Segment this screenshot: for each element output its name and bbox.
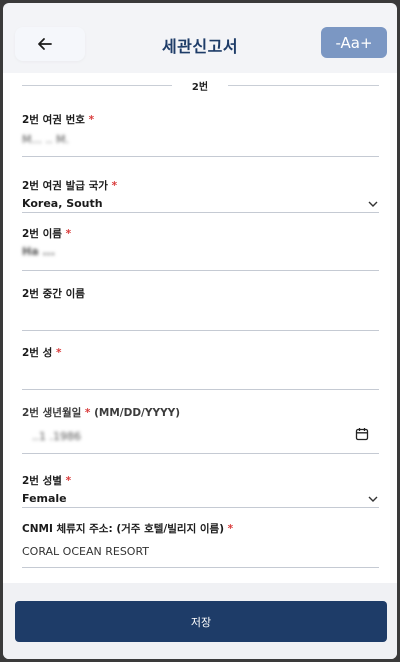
cnmi-address-value: CORAL OCEAN RESORT [22, 545, 150, 558]
passport-country-label: 2번 여권 발급 국가 * [22, 180, 118, 192]
save-button[interactable]: 저장 [15, 601, 387, 642]
cnmi-address-field[interactable]: CNMI 체류지 주소: (거주 호텔/빌리지 이름) * CORAL OCEA… [22, 522, 379, 568]
passport-number-label: 2번 여권 번호 * [22, 114, 95, 126]
birth-date-label: 2번 생년월일 * (MM/DD/YYYY) [22, 407, 181, 419]
last-name-label: 2번 성 * [22, 347, 62, 359]
birth-date-field[interactable]: 2번 생년월일 * (MM/DD/YYYY) ..1 .1986 [22, 406, 379, 454]
gender-select[interactable]: 2번 성별 * Female [22, 474, 379, 508]
first-name-value: Ha ... [22, 245, 55, 258]
middle-name-label: 2번 중간 이름 [22, 288, 85, 300]
font-size-button[interactable]: -Aa+ [321, 27, 387, 58]
passport-country-select[interactable]: 2번 여권 발급 국가 * Korea, South [22, 179, 379, 213]
passport-country-value: Korea, South [22, 197, 103, 210]
cnmi-address-label: CNMI 체류지 주소: (거주 호텔/빌리지 이름) * [22, 523, 234, 535]
form-content: 2번 2번 여권 번호 * M... .. M. 2번 여권 발급 국가 * K… [3, 73, 397, 583]
chevron-down-icon [368, 496, 378, 502]
gender-label: 2번 성별 * [22, 475, 72, 487]
section-divider-right [228, 85, 379, 86]
last-name-field[interactable]: 2번 성 * [22, 346, 379, 390]
gender-value: Female [22, 492, 67, 505]
chevron-down-icon [368, 201, 378, 207]
middle-name-field[interactable]: 2번 중간 이름 [22, 287, 379, 331]
app-frame: 세관신고서 -Aa+ 2번 2번 여권 번호 * M... .. M. 2번 여… [3, 3, 397, 659]
first-name-label: 2번 이름 * [22, 228, 72, 240]
calendar-icon[interactable] [355, 427, 369, 441]
header: 세관신고서 -Aa+ [3, 3, 397, 83]
passport-number-value: M... .. M. [22, 133, 69, 146]
first-name-field[interactable]: 2번 이름 * Ha ... [22, 227, 379, 271]
birth-date-value: ..1 .1986 [32, 430, 81, 443]
passport-number-field[interactable]: 2번 여권 번호 * M... .. M. [22, 113, 379, 157]
